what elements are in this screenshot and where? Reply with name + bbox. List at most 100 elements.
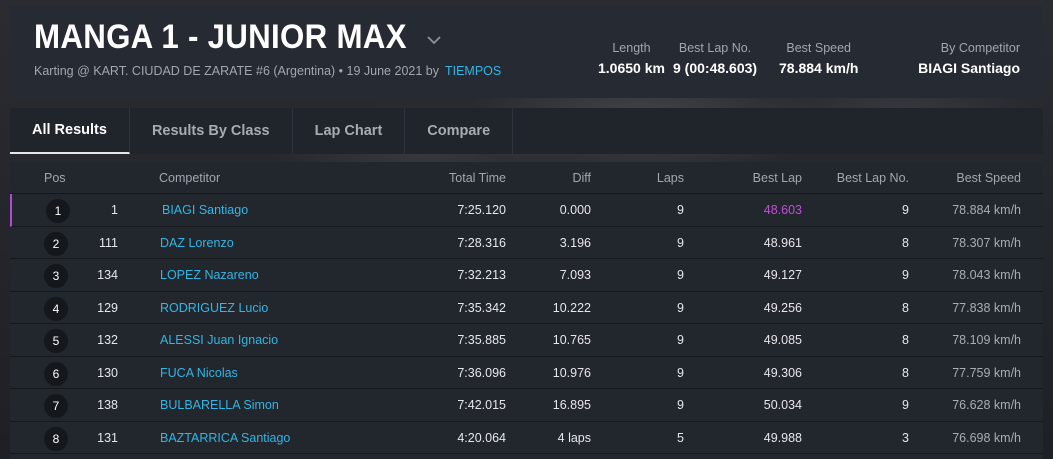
- best-lap-no: 8: [902, 235, 909, 250]
- best-lap-no: 3: [902, 430, 909, 445]
- table-header: Pos Competitor Total Time Diff Laps Best…: [10, 162, 1043, 194]
- results-table: Pos Competitor Total Time Diff Laps Best…: [10, 162, 1043, 459]
- tab-compare[interactable]: Compare: [405, 108, 514, 154]
- total-time: 7:25.120: [457, 203, 506, 217]
- competitor-link[interactable]: BULBARELLA Simon: [160, 398, 279, 412]
- col-total-time[interactable]: Total Time: [449, 171, 506, 185]
- best-speed: 76.628 km/h: [952, 398, 1021, 412]
- stat-length: Length 1.0650 km: [598, 41, 665, 76]
- best-lap-no: 8: [902, 300, 909, 315]
- col-best-lap[interactable]: Best Lap: [753, 171, 802, 185]
- diff: 3.196: [559, 235, 591, 250]
- table-row[interactable]: 1 1 BIAGI Santiago 7:25.120 0.000 9 48.603 9 78.…: [10, 194, 1043, 227]
- stat-by-competitor: By Competitor BIAGI Santiago: [918, 41, 1020, 76]
- stat-value: 78.884 km/h: [779, 60, 859, 76]
- tab-all-results[interactable]: All Results: [10, 108, 130, 154]
- best-speed: 78.307 km/h: [952, 235, 1021, 250]
- stat-label: Best Speed: [786, 41, 852, 55]
- best-lap: 49.085: [763, 333, 802, 347]
- best-lap: 48.961: [763, 235, 802, 250]
- total-time: 4:20.064: [457, 430, 506, 445]
- kart-number: 129: [97, 300, 118, 315]
- best-lap: 49.988: [763, 430, 802, 445]
- diff: 4 laps: [557, 430, 591, 445]
- best-lap: 49.256: [763, 300, 802, 315]
- best-lap-no: 8: [902, 333, 909, 347]
- diff: 10.765: [552, 333, 591, 347]
- best-speed: 77.759 km/h: [952, 365, 1021, 380]
- session-info: Karting @ KART. CIUDAD DE ZARATE #6 (Arg…: [34, 64, 439, 78]
- col-best-speed[interactable]: Best Speed: [956, 171, 1021, 185]
- organizer-link[interactable]: TIEMPOS: [445, 64, 501, 78]
- col-laps[interactable]: Laps: [657, 171, 684, 185]
- best-lap-no: 8: [902, 365, 909, 380]
- competitor-link[interactable]: BIAGI Santiago: [162, 203, 248, 217]
- best-lap-no: 9: [902, 268, 909, 282]
- table-row[interactable]: 3 134 LOPEZ Nazareno 7:32.213 7.093 9 49.127 9 7…: [10, 259, 1043, 292]
- col-best-lap-no[interactable]: Best Lap No.: [837, 171, 909, 185]
- competitor-link[interactable]: DAZ Lorenzo: [160, 236, 234, 250]
- diff: 16.895: [552, 398, 591, 412]
- kart-number: 131: [97, 430, 118, 445]
- competitor-link[interactable]: RODRIGUEZ Lucio: [160, 301, 268, 315]
- position-badge: 5: [44, 329, 68, 353]
- laps: 9: [677, 365, 684, 380]
- kart-number: 130: [97, 365, 118, 380]
- laps: 9: [677, 333, 684, 347]
- competitor-link[interactable]: BAZTARRICA Santiago: [160, 431, 290, 445]
- diff: 10.222: [552, 300, 591, 315]
- laps: 5: [677, 430, 684, 445]
- table-body: 1 1 BIAGI Santiago 7:25.120 0.000 9 48.603 9 78.…: [10, 194, 1043, 454]
- competitor-link[interactable]: ALESSI Juan Ignacio: [160, 333, 278, 347]
- col-diff[interactable]: Diff: [572, 171, 591, 185]
- stat-best-speed: Best Speed 78.884 km/h: [779, 41, 858, 76]
- table-row[interactable]: 5 132 ALESSI Juan Ignacio 7:35.885 10.765 9 49…: [10, 324, 1043, 357]
- table-row[interactable]: 2 111 DAZ Lorenzo 7:28.316 3.196 9 48.961 8 78.3…: [10, 227, 1043, 259]
- position-badge: 1: [46, 199, 70, 223]
- best-lap-no: 9: [902, 398, 909, 412]
- total-time: 7:35.885: [457, 333, 506, 347]
- col-pos[interactable]: Pos: [44, 171, 66, 185]
- tab-lap-chart[interactable]: Lap Chart: [293, 108, 406, 154]
- laps: 9: [677, 203, 684, 217]
- table-row[interactable]: 6 130 FUCA Nicolas 7:36.096 10.976 9 49.306 8 77…: [10, 357, 1043, 389]
- best-speed: 76.698 km/h: [952, 430, 1021, 445]
- chevron-down-icon[interactable]: [427, 32, 441, 50]
- total-time: 7:42.015: [457, 398, 506, 412]
- best-lap: 48.603: [763, 203, 802, 217]
- stat-best-lap-no: Best Lap No. 9 (00:48.603): [673, 41, 757, 76]
- kart-number: 111: [98, 235, 118, 250]
- stat-label: By Competitor: [940, 41, 1020, 55]
- best-speed: 78.109 km/h: [952, 333, 1021, 347]
- session-subtitle: Karting @ KART. CIUDAD DE ZARATE #6 (Arg…: [34, 64, 501, 78]
- best-lap-no: 9: [902, 203, 909, 217]
- position-badge: 4: [44, 296, 68, 321]
- table-row[interactable]: 4 129 RODRIGUEZ Lucio 7:35.342 10.222 9 49.256…: [10, 292, 1043, 324]
- best-speed: 78.884 km/h: [952, 203, 1021, 217]
- total-time: 7:28.316: [457, 235, 506, 250]
- col-competitor[interactable]: Competitor: [159, 171, 220, 185]
- position-badge: 7: [44, 394, 68, 418]
- best-lap: 50.034: [763, 398, 802, 412]
- table-row[interactable]: 7 138 BULBARELLA Simon 7:42.015 16.895 9 50.03…: [10, 389, 1043, 422]
- position-badge: 6: [44, 361, 68, 386]
- diff: 0.000: [559, 203, 591, 217]
- competitor-link[interactable]: LOPEZ Nazareno: [160, 268, 259, 282]
- stat-value: 9 (00:48.603): [673, 60, 758, 76]
- total-time: 7:32.213: [457, 268, 506, 282]
- stat-label: Length: [612, 41, 651, 55]
- stat-label: Best Lap No.: [678, 41, 752, 55]
- best-lap: 49.127: [763, 268, 802, 282]
- competitor-link[interactable]: FUCA Nicolas: [160, 366, 238, 380]
- kart-number: 1: [111, 203, 118, 217]
- table-row[interactable]: 8 131 BAZTARRICA Santiago 4:20.064 4 laps 5 49…: [10, 422, 1043, 454]
- total-time: 7:35.342: [457, 300, 506, 315]
- laps: 9: [677, 398, 684, 412]
- stat-value: 1.0650 km: [598, 60, 665, 76]
- laps: 9: [677, 300, 684, 315]
- stat-value: BIAGI Santiago: [918, 60, 1020, 76]
- kart-number: 132: [97, 333, 118, 347]
- session-header: MANGA 1 - JUNIOR MAX Karting @ KART. CIU…: [10, 6, 1043, 98]
- best-speed: 78.043 km/h: [952, 268, 1021, 282]
- tab-results-by-class[interactable]: Results By Class: [130, 108, 293, 154]
